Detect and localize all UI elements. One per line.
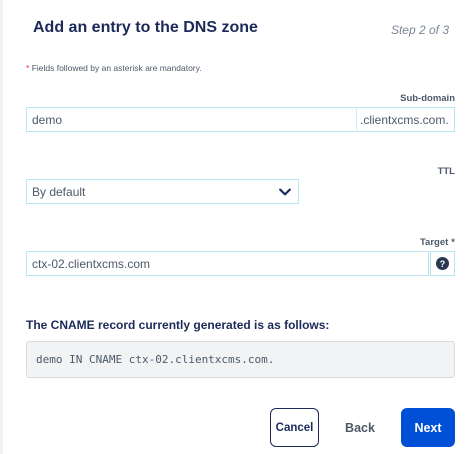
cancel-button[interactable]: Cancel: [270, 408, 319, 447]
target-input[interactable]: ctx-02.clientxcms.com: [26, 251, 429, 276]
left-frame-edge: [0, 0, 3, 454]
domain-suffix: .clientxcms.com.: [356, 107, 455, 132]
target-help-button[interactable]: ?: [430, 251, 455, 276]
mandatory-note-text: Fields followed by an asterisk are manda…: [31, 63, 202, 73]
target-label-text: Target: [419, 237, 449, 248]
target-label: Target *: [420, 237, 455, 248]
ttl-label: TTL: [437, 166, 455, 177]
subdomain-label: Sub-domain: [400, 93, 455, 104]
target-asterisk: *: [451, 237, 455, 248]
dialog-title: Add an entry to the DNS zone: [33, 19, 258, 36]
mandatory-asterisk: *: [26, 63, 30, 73]
record-preview-title: The CNAME record currently generated is …: [26, 318, 330, 332]
back-button[interactable]: Back: [335, 408, 385, 447]
question-circle-icon: ?: [436, 257, 449, 270]
subdomain-input[interactable]: demo: [26, 107, 357, 132]
chevron-down-icon: [279, 188, 291, 196]
next-button[interactable]: Next: [401, 408, 455, 447]
ttl-select[interactable]: By default: [26, 179, 299, 204]
step-indicator: Step 2 of 3: [390, 23, 449, 37]
target-value: ctx-02.clientxcms.com: [32, 256, 151, 271]
subdomain-value: demo: [32, 112, 63, 127]
ttl-selected-value: By default: [32, 184, 86, 199]
record-preview: demo IN CNAME ctx-02.clientxcms.com.: [26, 341, 455, 378]
mandatory-note: * Fields followed by an asterisk are man…: [26, 63, 202, 73]
